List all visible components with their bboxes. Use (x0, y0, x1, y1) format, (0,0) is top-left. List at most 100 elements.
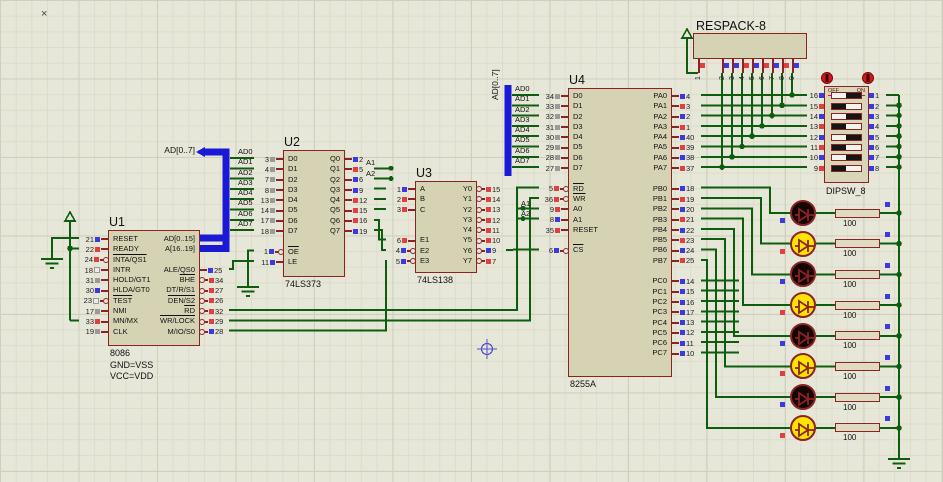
pin-row[interactable]: 14 (808, 111, 825, 121)
pin-row[interactable]: 30 (539, 132, 569, 142)
pin-row[interactable]: 22 (671, 225, 700, 235)
pin-row[interactable]: 5 (868, 132, 885, 142)
pin-row[interactable]: 16 (671, 297, 700, 307)
pin-row[interactable]: 11 (254, 257, 284, 267)
pin-row[interactable]: 1 (254, 247, 284, 257)
pin-row[interactable]: 40 (671, 132, 700, 142)
pin-row[interactable]: 19 (344, 226, 373, 236)
chip-u3-74ls138[interactable]: U3 123645 15 14 13 12 11 10 9 7 A B C E1 E2 E3 Y0 Y1 Y… (396, 166, 501, 285)
net-label[interactable]: AD0 (515, 84, 530, 94)
resistor[interactable]: 100 (835, 354, 890, 393)
resistor[interactable]: 100 (835, 385, 890, 424)
respack-pin[interactable]: 8 (778, 58, 789, 83)
pin-row[interactable]: 23 (78, 296, 109, 306)
pin-row[interactable]: 4 (386, 246, 416, 256)
net-label[interactable]: AD6 (515, 146, 530, 156)
pin-row[interactable]: 18 (78, 265, 109, 275)
net-label-a1-u4[interactable]: A1 (521, 199, 530, 208)
pin-row[interactable]: 25 (199, 265, 229, 275)
pin-row[interactable]: 15 (344, 205, 373, 215)
pin-row[interactable]: 15 (808, 101, 825, 111)
pin-row[interactable]: 20 (671, 204, 700, 214)
pin-row[interactable]: 6 (386, 235, 416, 245)
pin-row[interactable]: 19 (671, 194, 700, 204)
pin-row[interactable]: 2 (671, 112, 700, 122)
net-label[interactable]: AD3 (238, 178, 253, 188)
respack-8[interactable]: RESPACK-8 1 23456789 (693, 19, 807, 79)
pin-row[interactable]: 12 (808, 132, 825, 142)
dip-switch-toggle[interactable] (830, 101, 862, 111)
pin-row[interactable]: 10 (476, 235, 506, 245)
pin-row[interactable]: 9 (539, 204, 569, 214)
pin-row[interactable]: 34 (199, 275, 229, 285)
pin-row[interactable]: 27 (199, 285, 229, 295)
pin-row[interactable]: 1 (671, 122, 700, 132)
pin-row[interactable]: 28 (199, 327, 229, 337)
pin-row[interactable]: 16 (344, 216, 373, 226)
pin-row[interactable]: 4 (671, 91, 700, 101)
net-label[interactable]: AD4 (238, 188, 253, 198)
pin-row[interactable]: 5 (344, 164, 373, 174)
pin-row[interactable]: 13 (476, 205, 506, 215)
chip-u1-8086[interactable]: U1 21 22 24 18 31 30 23 17 33 19 25 34 27 26 32 29 28 R… (84, 215, 224, 381)
net-label[interactable]: AD2 (515, 105, 530, 115)
pin-row[interactable]: 2 (344, 154, 373, 164)
dip-switch-8[interactable]: OFF ON 16 15 14 13 12 11 10 9 12345678 DIPSW_8 (810, 86, 879, 196)
pin-row[interactable]: 2 (386, 194, 416, 204)
resistor[interactable]: 100 (835, 262, 890, 301)
led[interactable] (780, 261, 816, 288)
pin-row[interactable]: 7 (868, 153, 885, 163)
pin-row[interactable]: 5 (386, 256, 416, 266)
pin-row[interactable]: 12 (671, 328, 700, 338)
net-label[interactable]: AD5 (238, 198, 253, 208)
pin-row[interactable]: 33 (539, 101, 569, 111)
pin-row[interactable]: 10 (808, 153, 825, 163)
led[interactable] (780, 384, 816, 411)
pin-row[interactable]: 8 (868, 163, 885, 173)
respack-pin[interactable]: 2 (718, 58, 729, 83)
dip-switch-toggle[interactable] (830, 163, 862, 173)
net-label[interactable]: AD3 (515, 115, 530, 125)
pin-row[interactable]: 4 (868, 122, 885, 132)
pin-row[interactable]: 4 (254, 164, 284, 174)
net-labels-u4-bus[interactable]: AD0 AD1 AD2 AD3 AD4 AD5 AD6 AD7 (515, 84, 530, 166)
respack-pin[interactable]: 1 (694, 58, 705, 83)
pin-row[interactable]: 32 (539, 112, 569, 122)
pin-row[interactable]: 35 (539, 225, 569, 235)
pin-row[interactable]: 3 (386, 205, 416, 215)
net-label[interactable]: AD2 (238, 168, 253, 178)
pin-row[interactable]: 14 (254, 205, 284, 215)
dip-switch-toggle[interactable] (830, 91, 862, 101)
net-label[interactable]: AD0 (238, 147, 253, 157)
pin-row[interactable]: 34 (539, 91, 569, 101)
dip-switch-toggle[interactable] (830, 142, 862, 152)
pin-row[interactable]: 12 (476, 215, 506, 225)
led[interactable] (780, 230, 816, 257)
pin-row[interactable]: 14 (476, 194, 506, 204)
pin-row[interactable]: 30 (78, 285, 109, 295)
pin-row[interactable]: 13 (254, 195, 284, 205)
net-label[interactable]: AD5 (515, 135, 530, 145)
pin-row[interactable]: 6 (539, 245, 569, 255)
pin-row[interactable]: 32 (199, 306, 229, 316)
net-label-a2-u4[interactable]: A2 (521, 209, 530, 218)
led[interactable] (780, 353, 816, 380)
pin-row[interactable]: 5 (539, 184, 569, 194)
resistor[interactable]: 100 (835, 416, 890, 454)
resistor[interactable]: 100 (835, 324, 890, 362)
pin-row[interactable]: 9 (344, 185, 373, 195)
pin-row[interactable]: 9 (476, 246, 506, 256)
pin-row[interactable]: 36 (539, 194, 569, 204)
pin-row[interactable]: 37 (671, 163, 700, 173)
bus-label-ad07-right[interactable]: AD[0..7] (490, 69, 500, 100)
respack-pin[interactable]: 5 (748, 58, 759, 83)
pin-row[interactable]: 17 (671, 307, 700, 317)
dip-switch-toggle[interactable] (830, 122, 862, 132)
pin-row[interactable]: 2 (868, 101, 885, 111)
respack-pin[interactable]: 3 (728, 58, 739, 83)
pin-row[interactable]: 8 (254, 185, 284, 195)
led[interactable] (780, 200, 816, 226)
pin-row[interactable]: 14 (671, 276, 700, 286)
respack-pin[interactable]: 9 (788, 58, 799, 83)
pin-row[interactable]: 16 (808, 91, 825, 101)
